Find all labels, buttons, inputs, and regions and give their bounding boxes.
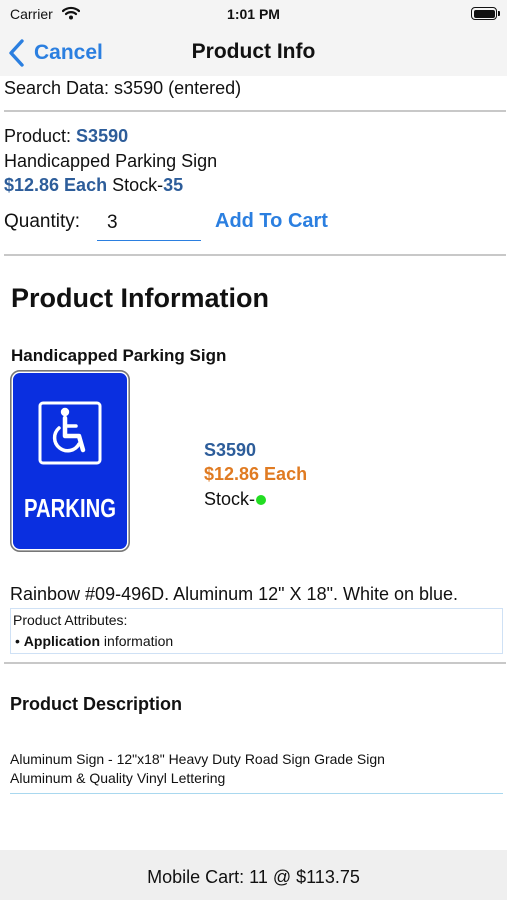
product-attributes-box: Product Attributes: • Application inform… [10, 608, 503, 654]
attributes-title: Product Attributes: [13, 612, 128, 628]
description-underline [10, 793, 503, 794]
mobile-cart-summary: Mobile Cart: 11 @ $113.75 [147, 867, 360, 887]
description-line-1: Aluminum Sign - 12"x18" Heavy Duty Road … [10, 751, 385, 767]
divider [4, 662, 506, 664]
mobile-cart-footer[interactable]: Mobile Cart: 11 @ $113.75 [0, 850, 507, 900]
stock-status-dot [256, 494, 267, 505]
product-subheading: Handicapped Parking Sign [11, 346, 227, 365]
product-label: Product: [4, 126, 77, 146]
product-description-body: Aluminum Sign - 12"x18" Heavy Duty Road … [10, 750, 500, 788]
product-short-description: Rainbow #09-496D. Aluminum 12" X 18". Wh… [10, 584, 459, 604]
product-code-line: Product: S3590 [4, 126, 128, 147]
description-line-2: Aluminum & Quality Vinyl Lettering [10, 770, 226, 786]
attribute-row: • Application information [15, 633, 173, 649]
product-sku: S3590 [76, 126, 129, 146]
parking-sign-image: PARKING [10, 370, 131, 552]
product-information-heading: Product Information [11, 283, 269, 313]
battery-icon [471, 7, 497, 20]
stock-count: 35 [163, 175, 184, 195]
divider [4, 254, 506, 256]
page-title: Product Info [191, 40, 316, 63]
status-time: 1:01 PM [227, 6, 280, 22]
product-description-heading: Product Description [10, 694, 183, 714]
info-price: $12.86 Each [204, 464, 308, 484]
product-name: Handicapped Parking Sign [4, 151, 218, 171]
info-stock: Stock- [204, 489, 267, 510]
info-sku: S3590 [204, 440, 257, 460]
info-stock-label: Stock- [204, 489, 256, 509]
nav-bar: Cancel Product Info [0, 28, 507, 76]
status-bar: Carrier 1:01 PM [0, 0, 507, 28]
bullet: • [15, 633, 20, 649]
stock-label: Stock- [107, 175, 164, 195]
search-data-text: Search Data: s3590 (entered) [4, 78, 242, 98]
divider [4, 110, 506, 112]
price-stock-line: $12.86 Each Stock-35 [4, 175, 183, 196]
battery-tip [498, 11, 500, 16]
product-image: PARKING [10, 370, 131, 552]
quantity-input[interactable] [97, 205, 201, 241]
add-to-cart-button[interactable]: Add To Cart [215, 210, 328, 233]
attribute-key: Application [23, 633, 101, 649]
product-price: $12.86 Each [4, 175, 108, 195]
sign-text: PARKING [24, 493, 116, 523]
attribute-value: information [103, 633, 174, 649]
quantity-label: Quantity: [4, 211, 81, 232]
